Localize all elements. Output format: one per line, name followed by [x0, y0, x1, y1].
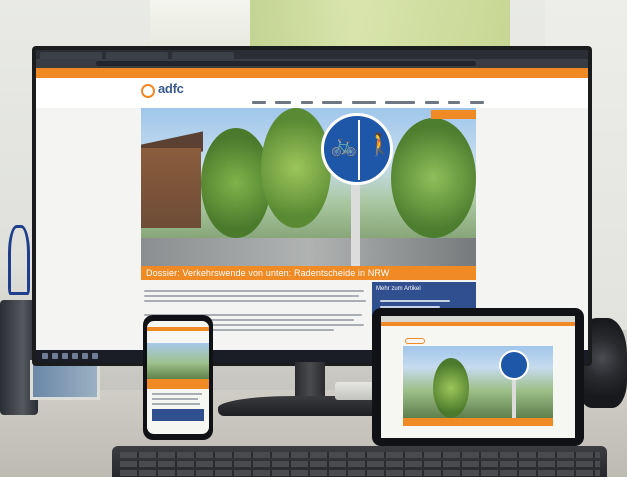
- browser-tab[interactable]: [106, 52, 168, 59]
- photo-frame: [30, 360, 100, 400]
- tablet-hero-image: [403, 346, 553, 418]
- hero-image: 🚲 🚶: [141, 108, 476, 266]
- tree: [391, 118, 476, 238]
- nav-item[interactable]: [322, 101, 343, 104]
- body-text-line: [144, 290, 364, 292]
- phone-banner: [147, 327, 209, 331]
- nav-item[interactable]: [275, 101, 292, 104]
- taskbar-icon[interactable]: [92, 353, 98, 359]
- key-row: [120, 461, 600, 467]
- house: [141, 148, 201, 228]
- nav-item[interactable]: [385, 101, 416, 104]
- taskbar-icon[interactable]: [52, 353, 58, 359]
- phone-hero-image: [147, 343, 209, 379]
- nav-item[interactable]: [448, 101, 461, 104]
- address-bar[interactable]: [96, 61, 476, 66]
- body-text-line: [144, 300, 366, 302]
- main-navigation: [252, 91, 492, 122]
- window-greenery: [250, 0, 510, 52]
- phone-text-line: [152, 403, 200, 405]
- hero-caption[interactable]: Dossier: Verkehrswende von unten: Radent…: [146, 268, 389, 278]
- scissors-handle: [8, 225, 30, 295]
- sign-divider: [358, 120, 360, 180]
- phone-text-line: [152, 393, 202, 395]
- taskbar-icon[interactable]: [62, 353, 68, 359]
- sidebar-title: Mehr zum Artikel: [376, 286, 421, 292]
- tree: [261, 108, 331, 228]
- tablet-sign-pole: [512, 378, 516, 418]
- phone-info-box: [152, 409, 204, 421]
- nav-item[interactable]: [252, 101, 266, 104]
- tablet-caption-bar: [403, 418, 553, 426]
- site-top-banner: [36, 68, 588, 78]
- browser-tab[interactable]: [40, 52, 102, 59]
- key-row: [120, 452, 600, 458]
- tablet-logo[interactable]: [405, 338, 425, 344]
- nav-item[interactable]: [424, 101, 439, 104]
- adfc-logo[interactable]: adfc: [141, 81, 199, 102]
- browser-tab-strip: [36, 50, 588, 59]
- start-icon[interactable]: [42, 353, 48, 359]
- nav-item[interactable]: [300, 101, 313, 104]
- nav-item[interactable]: [351, 101, 376, 104]
- monitor-screen: adfc 🚲 🚶 Dossier: Verkehrswende von unte…: [36, 50, 588, 350]
- phone-text-line: [152, 398, 198, 400]
- bicycle-icon: 🚲: [330, 132, 358, 157]
- phone-caption-bar: [147, 379, 209, 389]
- tree: [433, 358, 469, 418]
- smartphone-screen: [147, 321, 209, 434]
- tablet-screen: [381, 316, 575, 438]
- tree: [201, 128, 271, 238]
- tablet-bike-sign: [499, 350, 529, 380]
- taskbar-icon[interactable]: [82, 353, 88, 359]
- browser-tab[interactable]: [172, 52, 234, 59]
- road: [141, 238, 476, 266]
- bike-path-sign: 🚲 🚶: [321, 113, 393, 185]
- photo-scene: adfc 🚲 🚶 Dossier: Verkehrswende von unte…: [0, 0, 627, 477]
- hero-badge: [431, 110, 476, 119]
- key-row: [120, 470, 600, 476]
- sidebar-link[interactable]: [380, 300, 450, 302]
- tablet-banner: [381, 322, 575, 326]
- logo-circle-icon: [141, 84, 155, 98]
- body-text-line: [144, 295, 359, 297]
- taskbar-icon[interactable]: [72, 353, 78, 359]
- pedestrian-icon: 🚶: [366, 132, 393, 157]
- logo-text: adfc: [158, 81, 184, 96]
- nav-item[interactable]: [469, 101, 484, 104]
